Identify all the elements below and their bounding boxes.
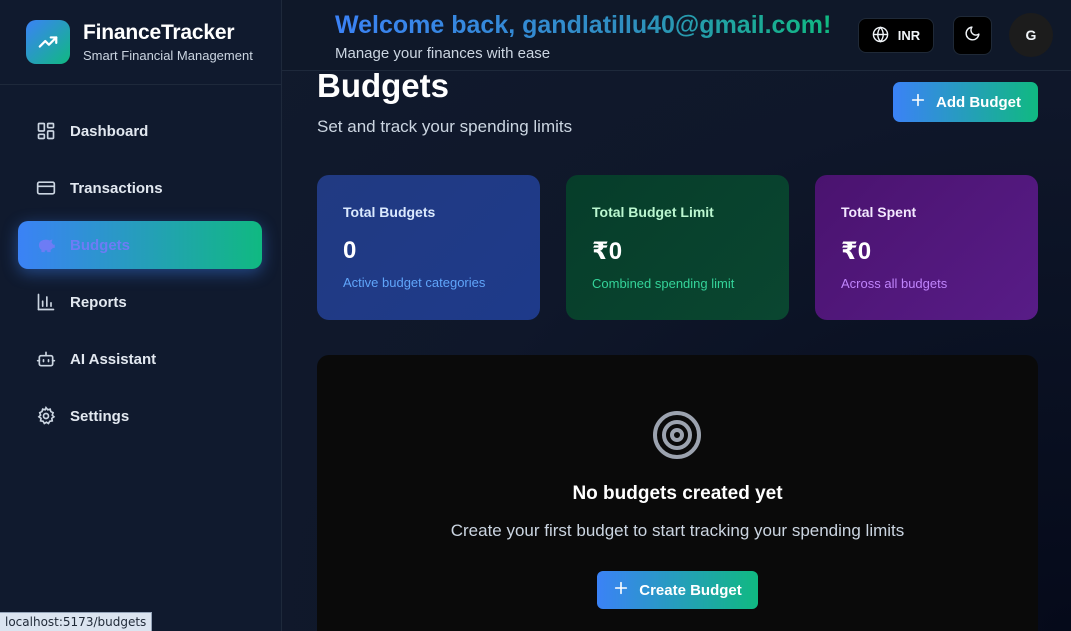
create-budget-label: Create Budget: [639, 581, 742, 599]
brand-subtitle: Smart Financial Management: [83, 48, 253, 63]
stat-label: Total Budget Limit: [592, 204, 714, 220]
add-budget-button[interactable]: Add Budget: [893, 82, 1038, 122]
plus-icon: [910, 92, 926, 112]
avatar[interactable]: G: [1009, 13, 1053, 57]
target-icon: [651, 409, 703, 461]
credit-card-icon: [35, 177, 57, 199]
sidebar-item-label: Settings: [70, 407, 130, 425]
empty-state-title: No budgets created yet: [572, 483, 783, 504]
moon-icon: [964, 25, 981, 47]
status-bar-url: localhost:5173/budgets: [0, 612, 153, 631]
stat-value: ₹0: [841, 238, 872, 265]
currency-button[interactable]: INR: [858, 18, 934, 53]
sidebar-item-label: Transactions: [70, 179, 163, 197]
stat-note: Across all budgets: [841, 276, 948, 291]
sidebar-item-budgets[interactable]: Budgets: [18, 221, 262, 269]
sidebar-item-label: Reports: [70, 293, 127, 311]
bot-icon: [35, 348, 57, 370]
sidebar-item-reports[interactable]: Reports: [18, 278, 262, 326]
empty-state-message: Create your first budget to start tracki…: [450, 521, 905, 540]
stat-card-total-budget-limit: Total Budget Limit ₹0 Combined spending …: [566, 175, 789, 320]
empty-state-panel: No budgets created yet Create your first…: [317, 355, 1038, 631]
currency-label: INR: [897, 28, 921, 43]
stat-value: ₹0: [592, 238, 623, 265]
sidebar-item-label: Budgets: [70, 236, 130, 254]
globe-icon: [872, 25, 889, 46]
stat-card-total-budgets: Total Budgets 0 Active budget categories: [317, 175, 540, 320]
sidebar-item-label: AI Assistant: [70, 350, 157, 368]
stat-note: Active budget categories: [343, 275, 486, 290]
piggy-bank-icon: [35, 234, 57, 256]
sidebar: FinanceTracker Smart Financial Managemen…: [0, 0, 282, 631]
stat-value: 0: [343, 237, 357, 264]
sidebar-item-dashboard[interactable]: Dashboard: [18, 107, 262, 155]
top-bar: Welcome back, gandlatillu40@gmail.com! M…: [282, 0, 1071, 71]
trending-up-icon: [26, 20, 70, 64]
sidebar-item-ai-assistant[interactable]: AI Assistant: [18, 335, 262, 383]
create-budget-button[interactable]: Create Budget: [597, 571, 758, 609]
stat-label: Total Spent: [841, 204, 917, 220]
sidebar-nav: Dashboard Transactions Budgets Reports A…: [0, 85, 281, 440]
sidebar-item-settings[interactable]: Settings: [18, 392, 262, 440]
dashboard-icon: [35, 120, 57, 142]
sidebar-item-transactions[interactable]: Transactions: [18, 164, 262, 212]
bar-chart-icon: [35, 291, 57, 313]
theme-toggle-button[interactable]: [953, 16, 992, 55]
sidebar-item-label: Dashboard: [70, 122, 149, 140]
welcome-heading: Welcome back, gandlatillu40@gmail.com!: [335, 11, 832, 39]
brand[interactable]: FinanceTracker Smart Financial Managemen…: [0, 0, 281, 85]
brand-name: FinanceTracker: [83, 21, 235, 44]
page-subtitle: Set and track your spending limits: [317, 117, 573, 136]
gear-icon: [35, 405, 57, 427]
page-title: Budgets: [317, 67, 449, 104]
stat-note: Combined spending limit: [592, 276, 735, 291]
plus-icon: [613, 580, 629, 600]
add-budget-label: Add Budget: [936, 93, 1021, 111]
stat-label: Total Budgets: [343, 204, 436, 220]
stat-card-total-spent: Total Spent ₹0 Across all budgets: [815, 175, 1038, 320]
main-content: Welcome back, gandlatillu40@gmail.com! M…: [282, 0, 1071, 631]
welcome-subtitle: Manage your finances with ease: [335, 45, 551, 62]
